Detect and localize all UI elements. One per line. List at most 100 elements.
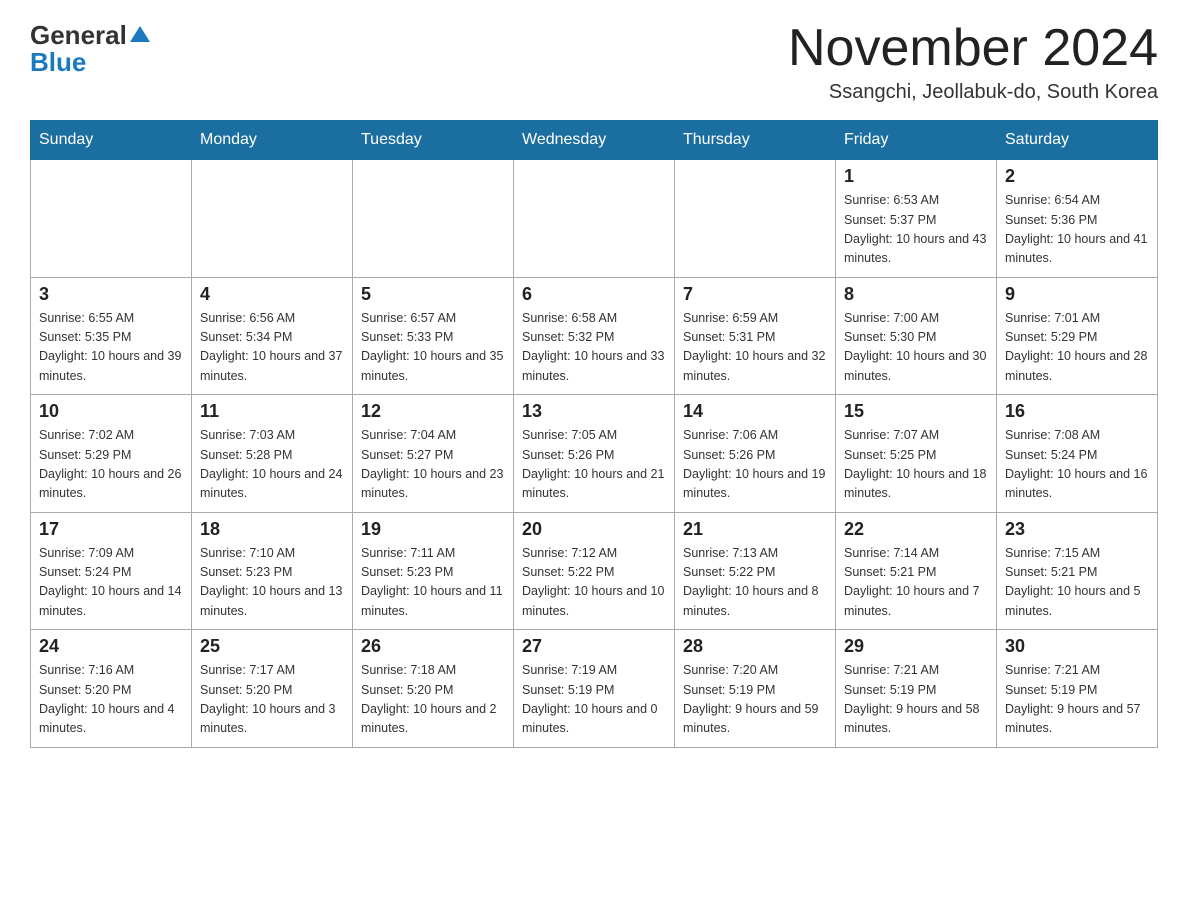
day-of-week-header: Wednesday bbox=[514, 121, 675, 160]
cell-sun-info: Sunrise: 7:04 AMSunset: 5:27 PMDaylight:… bbox=[361, 426, 505, 504]
cell-day-number: 17 bbox=[39, 519, 183, 540]
cell-sun-info: Sunrise: 7:06 AMSunset: 5:26 PMDaylight:… bbox=[683, 426, 827, 504]
calendar-cell bbox=[514, 160, 675, 278]
cell-sun-info: Sunrise: 7:16 AMSunset: 5:20 PMDaylight:… bbox=[39, 661, 183, 739]
cell-day-number: 28 bbox=[683, 636, 827, 657]
cell-day-number: 24 bbox=[39, 636, 183, 657]
cell-sun-info: Sunrise: 7:07 AMSunset: 5:25 PMDaylight:… bbox=[844, 426, 988, 504]
calendar-cell: 15 Sunrise: 7:07 AMSunset: 5:25 PMDayligh… bbox=[836, 395, 997, 513]
calendar-cell bbox=[353, 160, 514, 278]
calendar-week-row: 10Sunrise: 7:02 AMSunset: 5:29 PMDayligh… bbox=[31, 395, 1158, 513]
calendar-cell: 22 Sunrise: 7:14 AMSunset: 5:21 PMDayligh… bbox=[836, 512, 997, 630]
cell-day-number: 19 bbox=[361, 519, 505, 540]
cell-sun-info: Sunrise: 7:00 AMSunset: 5:30 PMDaylight:… bbox=[844, 309, 988, 387]
title-area: November 2024 Ssangchi, Jeollabuk-do, So… bbox=[788, 20, 1158, 104]
cell-day-number: 15 bbox=[844, 401, 988, 422]
cell-sun-info: Sunrise: 7:03 AMSunset: 5:28 PMDaylight:… bbox=[200, 426, 344, 504]
cell-day-number: 13 bbox=[522, 401, 666, 422]
cell-day-number: 5 bbox=[361, 284, 505, 305]
cell-sun-info: Sunrise: 6:56 AMSunset: 5:34 PMDaylight:… bbox=[200, 309, 344, 387]
cell-sun-info: Sunrise: 7:21 AMSunset: 5:19 PMDaylight:… bbox=[1005, 661, 1149, 739]
calendar-cell: 20 Sunrise: 7:12 AMSunset: 5:22 PMDayligh… bbox=[514, 512, 675, 630]
cell-day-number: 27 bbox=[522, 636, 666, 657]
cell-sun-info: Sunrise: 7:15 AMSunset: 5:21 PMDaylight:… bbox=[1005, 544, 1149, 622]
page-header: General Blue November 2024 Ssangchi, Jeo… bbox=[30, 20, 1158, 104]
cell-sun-info: Sunrise: 6:55 AMSunset: 5:35 PMDaylight:… bbox=[39, 309, 183, 387]
calendar-cell: 4 Sunrise: 6:56 AMSunset: 5:34 PMDaylight… bbox=[192, 277, 353, 395]
calendar-week-row: 1Sunrise: 6:53 AMSunset: 5:37 PMDaylight… bbox=[31, 160, 1158, 278]
cell-day-number: 2 bbox=[1005, 166, 1149, 187]
cell-day-number: 16 bbox=[1005, 401, 1149, 422]
calendar-cell: 14 Sunrise: 7:06 AMSunset: 5:26 PMDayligh… bbox=[675, 395, 836, 513]
calendar-cell: 28 Sunrise: 7:20 AMSunset: 5:19 PMDayligh… bbox=[675, 630, 836, 748]
cell-sun-info: Sunrise: 7:12 AMSunset: 5:22 PMDaylight:… bbox=[522, 544, 666, 622]
cell-sun-info: Sunrise: 7:05 AMSunset: 5:26 PMDaylight:… bbox=[522, 426, 666, 504]
calendar-cell: 8 Sunrise: 7:00 AMSunset: 5:30 PMDaylight… bbox=[836, 277, 997, 395]
cell-day-number: 4 bbox=[200, 284, 344, 305]
logo-blue-text: Blue bbox=[30, 47, 86, 78]
cell-sun-info: Sunrise: 7:13 AMSunset: 5:22 PMDaylight:… bbox=[683, 544, 827, 622]
month-title: November 2024 bbox=[788, 20, 1158, 77]
calendar-cell: 7 Sunrise: 6:59 AMSunset: 5:31 PMDaylight… bbox=[675, 277, 836, 395]
cell-sun-info: Sunrise: 7:10 AMSunset: 5:23 PMDaylight:… bbox=[200, 544, 344, 622]
calendar-cell: 24 Sunrise: 7:16 AMSunset: 5:20 PMDayligh… bbox=[31, 630, 192, 748]
calendar-cell: 10Sunrise: 7:02 AMSunset: 5:29 PMDayligh… bbox=[31, 395, 192, 513]
cell-day-number: 9 bbox=[1005, 284, 1149, 305]
cell-sun-info: Sunrise: 6:57 AMSunset: 5:33 PMDaylight:… bbox=[361, 309, 505, 387]
calendar-cell bbox=[675, 160, 836, 278]
calendar-cell: 29Sunrise: 7:21 AMSunset: 5:19 PMDayligh… bbox=[836, 630, 997, 748]
calendar-cell: 25 Sunrise: 7:17 AMSunset: 5:20 PMDayligh… bbox=[192, 630, 353, 748]
cell-day-number: 26 bbox=[361, 636, 505, 657]
calendar-cell: 6 Sunrise: 6:58 AMSunset: 5:32 PMDaylight… bbox=[514, 277, 675, 395]
calendar-week-row: 17 Sunrise: 7:09 AMSunset: 5:24 PMDayligh… bbox=[31, 512, 1158, 630]
cell-day-number: 6 bbox=[522, 284, 666, 305]
cell-day-number: 23 bbox=[1005, 519, 1149, 540]
calendar-cell: 11Sunrise: 7:03 AMSunset: 5:28 PMDayligh… bbox=[192, 395, 353, 513]
cell-day-number: 20 bbox=[522, 519, 666, 540]
cell-day-number: 7 bbox=[683, 284, 827, 305]
cell-day-number: 14 bbox=[683, 401, 827, 422]
cell-sun-info: Sunrise: 7:08 AMSunset: 5:24 PMDaylight:… bbox=[1005, 426, 1149, 504]
calendar-week-row: 3Sunrise: 6:55 AMSunset: 5:35 PMDaylight… bbox=[31, 277, 1158, 395]
cell-sun-info: Sunrise: 6:59 AMSunset: 5:31 PMDaylight:… bbox=[683, 309, 827, 387]
cell-sun-info: Sunrise: 7:09 AMSunset: 5:24 PMDaylight:… bbox=[39, 544, 183, 622]
cell-day-number: 22 bbox=[844, 519, 988, 540]
cell-day-number: 12 bbox=[361, 401, 505, 422]
calendar-cell: 16 Sunrise: 7:08 AMSunset: 5:24 PMDayligh… bbox=[997, 395, 1158, 513]
cell-sun-info: Sunrise: 7:01 AMSunset: 5:29 PMDaylight:… bbox=[1005, 309, 1149, 387]
cell-sun-info: Sunrise: 6:58 AMSunset: 5:32 PMDaylight:… bbox=[522, 309, 666, 387]
cell-sun-info: Sunrise: 6:54 AMSunset: 5:36 PMDaylight:… bbox=[1005, 191, 1149, 269]
cell-sun-info: Sunrise: 7:18 AMSunset: 5:20 PMDaylight:… bbox=[361, 661, 505, 739]
calendar-cell: 27 Sunrise: 7:19 AMSunset: 5:19 PMDayligh… bbox=[514, 630, 675, 748]
calendar-cell: 19Sunrise: 7:11 AMSunset: 5:23 PMDayligh… bbox=[353, 512, 514, 630]
calendar-cell bbox=[31, 160, 192, 278]
cell-day-number: 8 bbox=[844, 284, 988, 305]
calendar-cell: 12 Sunrise: 7:04 AMSunset: 5:27 PMDayligh… bbox=[353, 395, 514, 513]
cell-day-number: 25 bbox=[200, 636, 344, 657]
day-of-week-header: Friday bbox=[836, 121, 997, 160]
calendar-cell bbox=[192, 160, 353, 278]
day-of-week-header: Saturday bbox=[997, 121, 1158, 160]
cell-day-number: 29 bbox=[844, 636, 988, 657]
day-of-week-header: Monday bbox=[192, 121, 353, 160]
day-of-week-header: Thursday bbox=[675, 121, 836, 160]
calendar-header-row: SundayMondayTuesdayWednesdayThursdayFrid… bbox=[31, 121, 1158, 160]
day-of-week-header: Sunday bbox=[31, 121, 192, 160]
location-title: Ssangchi, Jeollabuk-do, South Korea bbox=[788, 81, 1158, 104]
calendar-cell: 23 Sunrise: 7:15 AMSunset: 5:21 PMDayligh… bbox=[997, 512, 1158, 630]
cell-sun-info: Sunrise: 7:17 AMSunset: 5:20 PMDaylight:… bbox=[200, 661, 344, 739]
calendar-cell: 2 Sunrise: 6:54 AMSunset: 5:36 PMDaylight… bbox=[997, 160, 1158, 278]
calendar-cell: 13 Sunrise: 7:05 AMSunset: 5:26 PMDayligh… bbox=[514, 395, 675, 513]
calendar-cell: 3Sunrise: 6:55 AMSunset: 5:35 PMDaylight… bbox=[31, 277, 192, 395]
calendar-cell: 5 Sunrise: 6:57 AMSunset: 5:33 PMDaylight… bbox=[353, 277, 514, 395]
cell-sun-info: Sunrise: 6:53 AMSunset: 5:37 PMDaylight:… bbox=[844, 191, 988, 269]
cell-sun-info: Sunrise: 7:19 AMSunset: 5:19 PMDaylight:… bbox=[522, 661, 666, 739]
calendar-cell: 18 Sunrise: 7:10 AMSunset: 5:23 PMDayligh… bbox=[192, 512, 353, 630]
cell-sun-info: Sunrise: 7:14 AMSunset: 5:21 PMDaylight:… bbox=[844, 544, 988, 622]
cell-day-number: 21 bbox=[683, 519, 827, 540]
cell-sun-info: Sunrise: 7:20 AMSunset: 5:19 PMDaylight:… bbox=[683, 661, 827, 739]
cell-day-number: 18 bbox=[200, 519, 344, 540]
calendar-cell: 30Sunrise: 7:21 AMSunset: 5:19 PMDayligh… bbox=[997, 630, 1158, 748]
calendar-cell: 1Sunrise: 6:53 AMSunset: 5:37 PMDaylight… bbox=[836, 160, 997, 278]
calendar-cell: 9 Sunrise: 7:01 AMSunset: 5:29 PMDaylight… bbox=[997, 277, 1158, 395]
